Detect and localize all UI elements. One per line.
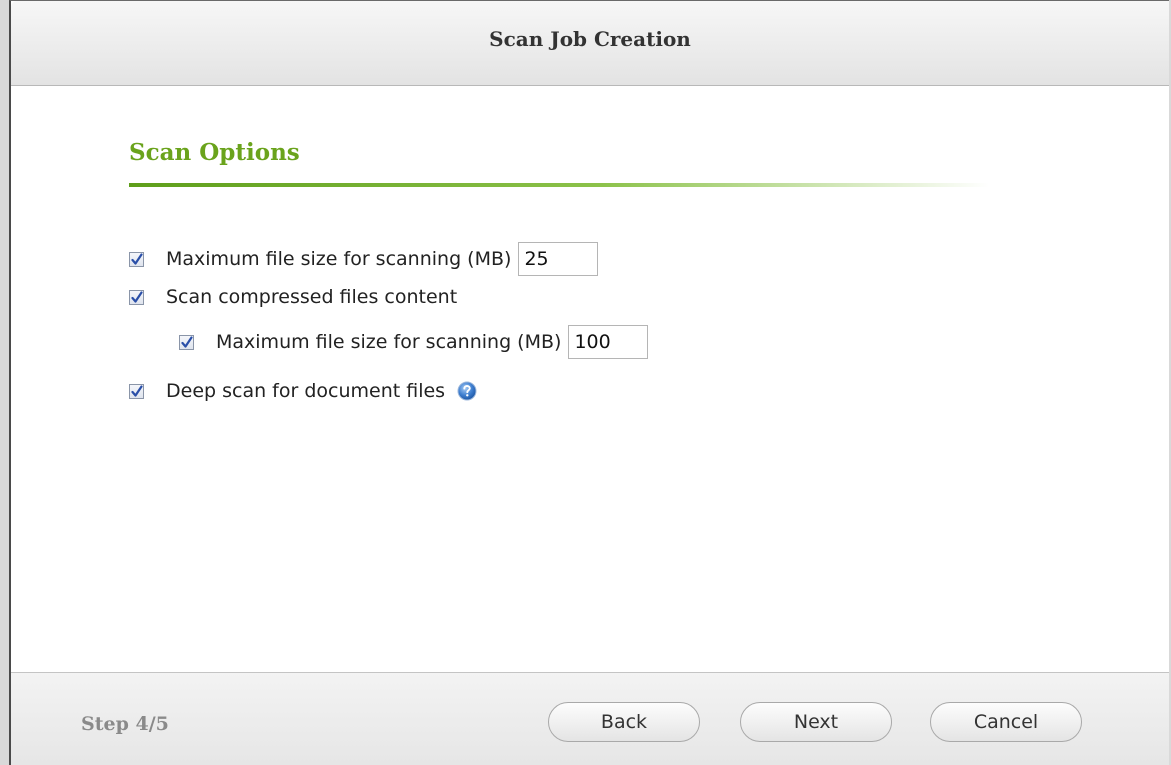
- compressed-max-file-size-label: Maximum file size for scanning (MB): [216, 331, 562, 353]
- dialog-titlebar: Scan Job Creation: [11, 1, 1169, 86]
- checkmark-icon: [131, 290, 143, 303]
- max-file-size-checkbox[interactable]: [129, 251, 144, 267]
- option-scan-compressed: Scan compressed files content: [129, 279, 457, 315]
- cancel-button[interactable]: Cancel: [930, 702, 1082, 742]
- section-title: Scan Options: [129, 139, 300, 166]
- section-divider: [129, 183, 989, 187]
- checkmark-icon: [131, 252, 143, 265]
- help-icon[interactable]: [457, 381, 477, 401]
- option-max-file-size: Maximum file size for scanning (MB): [129, 241, 599, 277]
- max-file-size-input[interactable]: [518, 242, 599, 276]
- scan-compressed-checkbox[interactable]: [129, 289, 144, 305]
- scan-compressed-label: Scan compressed files content: [166, 286, 458, 308]
- step-indicator: Step 4/5: [81, 713, 169, 735]
- compressed-max-file-size-input[interactable]: [568, 325, 649, 359]
- checkmark-icon: [131, 384, 143, 397]
- deep-scan-checkbox[interactable]: [129, 383, 144, 399]
- back-button[interactable]: Back: [548, 702, 700, 742]
- max-file-size-label: Maximum file size for scanning (MB): [166, 248, 512, 270]
- option-deep-scan: Deep scan for document files: [129, 373, 477, 409]
- next-button[interactable]: Next: [740, 702, 892, 742]
- deep-scan-label: Deep scan for document files: [166, 380, 446, 402]
- scan-job-dialog: Scan Job Creation Scan Options Maximum f…: [9, 0, 1169, 765]
- dialog-title: Scan Job Creation: [489, 27, 691, 51]
- checkmark-icon: [181, 335, 193, 348]
- compressed-max-file-size-checkbox[interactable]: [179, 334, 194, 350]
- option-compressed-max-file-size: Maximum file size for scanning (MB): [179, 324, 649, 360]
- dialog-footer: Step 4/5 Back Next Cancel: [11, 672, 1169, 765]
